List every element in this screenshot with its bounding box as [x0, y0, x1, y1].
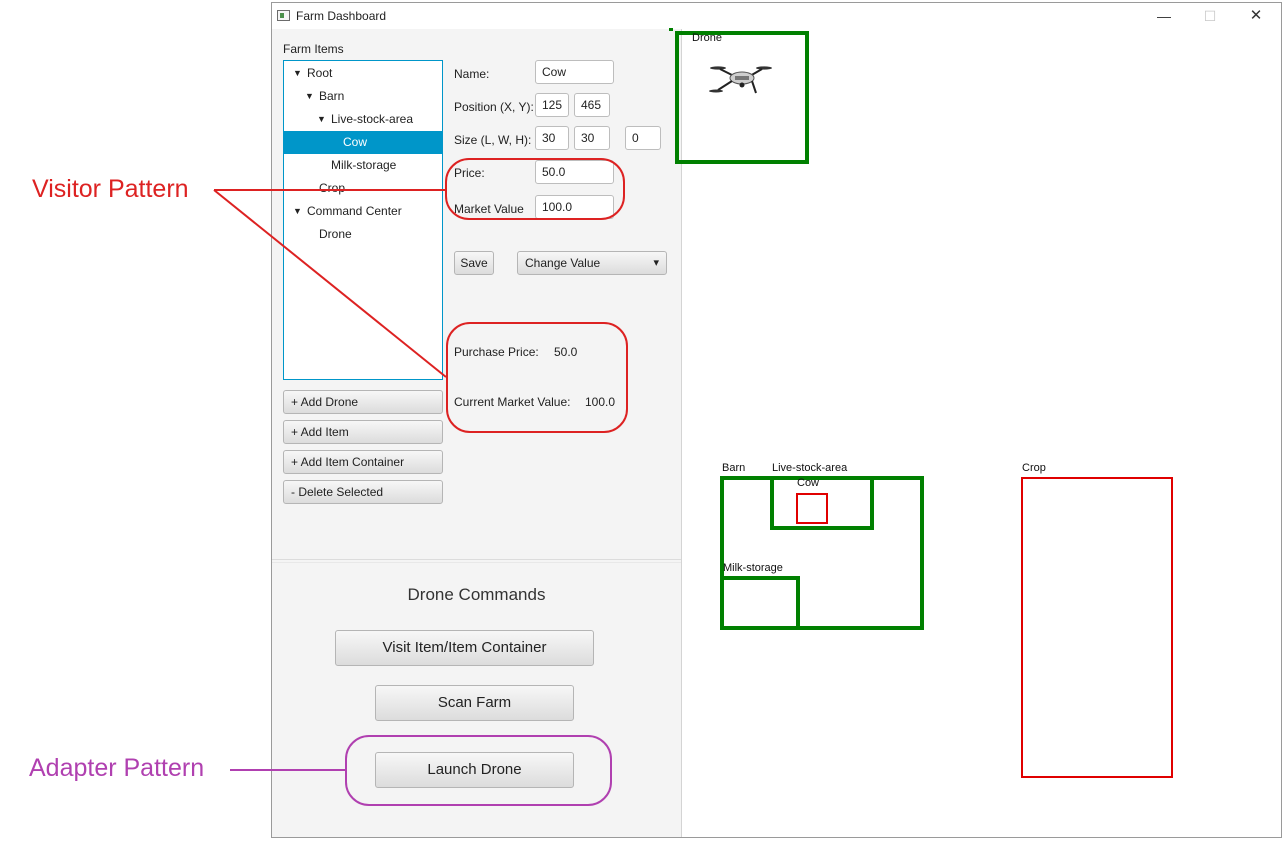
adapter-callout — [345, 735, 612, 806]
visitor-callout-form — [445, 158, 625, 220]
annotation-lines — [213, 189, 447, 771]
adapter-pattern-annotation: Adapter Pattern — [29, 754, 205, 782]
visitor-callout-summary — [446, 322, 628, 433]
visitor-pattern-annotation: Visitor Pattern — [32, 175, 189, 203]
